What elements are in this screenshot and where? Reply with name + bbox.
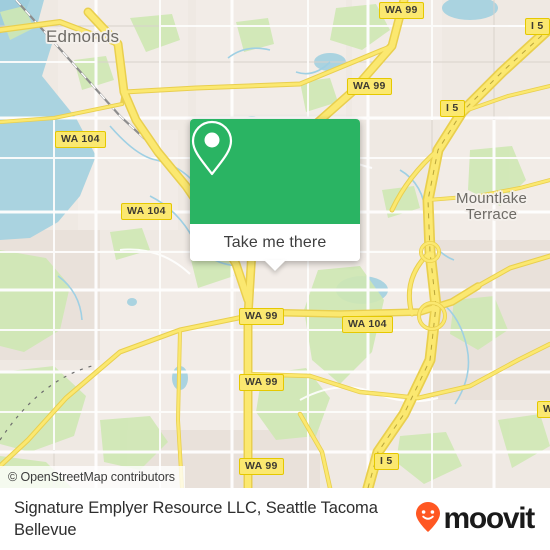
moovit-wordmark: moovit <box>443 502 535 535</box>
popup-tail-pointer <box>264 260 286 271</box>
popup-action-label[interactable]: Take me there <box>190 224 360 261</box>
moovit-logo[interactable]: moovit <box>415 501 535 538</box>
moovit-map-screenshot: Edmonds Mountlake Terrace WA 99 I 5 WA 9… <box>0 0 550 550</box>
map-canvas[interactable]: Edmonds Mountlake Terrace WA 99 I 5 WA 9… <box>0 0 550 488</box>
popup-image-area <box>190 119 360 224</box>
attribution-text: © OpenStreetMap contributors <box>8 470 175 484</box>
map-attribution[interactable]: © OpenStreetMap contributors <box>0 466 185 488</box>
footer-bar: Signature Emplyer Resource LLC, Seattle … <box>0 488 550 550</box>
moovit-smiley-pin-icon <box>415 501 441 538</box>
take-me-there-popup[interactable]: Take me there <box>190 119 360 271</box>
location-title: Signature Emplyer Resource LLC, Seattle … <box>14 499 378 539</box>
